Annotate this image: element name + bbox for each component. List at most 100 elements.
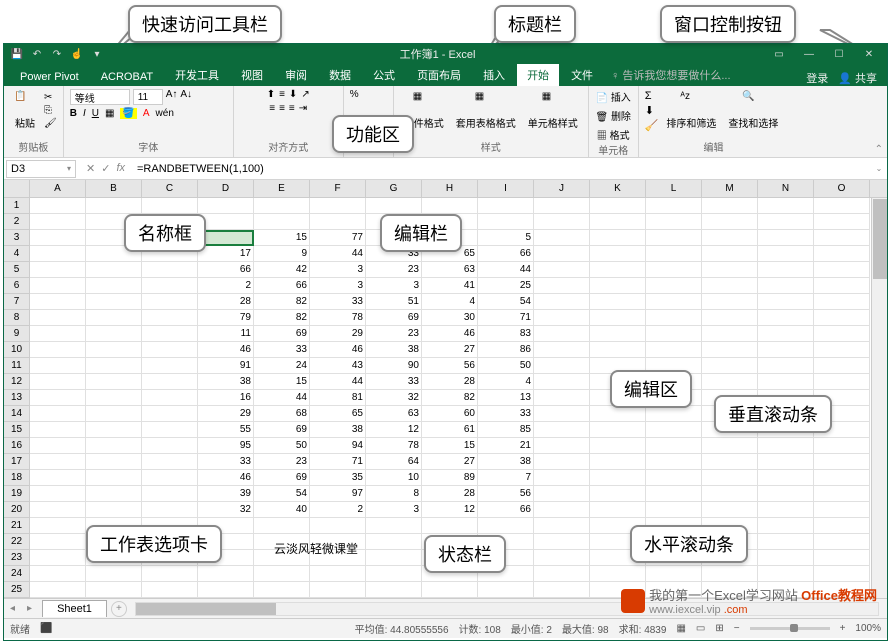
cell-N8[interactable] xyxy=(758,310,814,326)
cell-J2[interactable] xyxy=(534,214,590,230)
ribbon-options-icon[interactable]: ▭ xyxy=(765,45,793,63)
align-left-icon[interactable]: ≡ xyxy=(269,103,275,114)
expand-formula-icon[interactable]: ⌄ xyxy=(871,164,887,173)
cell-D5[interactable]: 66 xyxy=(198,262,254,278)
cell-O12[interactable] xyxy=(814,374,870,390)
cell-L3[interactable] xyxy=(646,230,702,246)
cell-C15[interactable] xyxy=(142,422,198,438)
cell-G19[interactable]: 8 xyxy=(366,486,422,502)
cell-H8[interactable]: 30 xyxy=(422,310,478,326)
cancel-formula-icon[interactable]: ✕ xyxy=(86,162,95,175)
cell-O8[interactable] xyxy=(814,310,870,326)
cell-N12[interactable] xyxy=(758,374,814,390)
cell-C18[interactable] xyxy=(142,470,198,486)
cell-I9[interactable]: 83 xyxy=(478,326,534,342)
cell-B17[interactable] xyxy=(86,454,142,470)
fill-color-icon[interactable]: 🪣 xyxy=(120,108,136,119)
cell-A3[interactable] xyxy=(30,230,86,246)
autosum-icon[interactable]: Σ xyxy=(645,90,659,102)
cell-G7[interactable]: 51 xyxy=(366,294,422,310)
cell-J18[interactable] xyxy=(534,470,590,486)
cell-M18[interactable] xyxy=(702,470,758,486)
cell-A11[interactable] xyxy=(30,358,86,374)
cell-J15[interactable] xyxy=(534,422,590,438)
cell-M3[interactable] xyxy=(702,230,758,246)
cell-K24[interactable] xyxy=(590,566,646,582)
cell-A17[interactable] xyxy=(30,454,86,470)
cell-I10[interactable]: 86 xyxy=(478,342,534,358)
cell-F7[interactable]: 33 xyxy=(310,294,366,310)
cell-B15[interactable] xyxy=(86,422,142,438)
cell-N20[interactable] xyxy=(758,502,814,518)
tab-视图[interactable]: 视图 xyxy=(231,64,273,86)
cell-E4[interactable]: 9 xyxy=(254,246,310,262)
cell-J6[interactable] xyxy=(534,278,590,294)
cell-E13[interactable]: 44 xyxy=(254,390,310,406)
cell-J3[interactable] xyxy=(534,230,590,246)
tab-数据[interactable]: 数据 xyxy=(319,64,361,86)
cell-C12[interactable] xyxy=(142,374,198,390)
cell-E8[interactable]: 82 xyxy=(254,310,310,326)
tell-me-box[interactable]: ♀ 告诉我您想要做什么... xyxy=(605,64,736,86)
cell-O2[interactable] xyxy=(814,214,870,230)
row-header-8[interactable]: 8 xyxy=(4,310,30,326)
cell-F11[interactable]: 43 xyxy=(310,358,366,374)
clear-icon[interactable]: 🧹 xyxy=(645,119,659,132)
cell-B13[interactable] xyxy=(86,390,142,406)
row-header-25[interactable]: 25 xyxy=(4,582,30,598)
cell-A22[interactable] xyxy=(30,534,86,550)
cell-K17[interactable] xyxy=(590,454,646,470)
indent-icon[interactable]: ⇥ xyxy=(299,103,307,114)
cell-N21[interactable] xyxy=(758,518,814,534)
cell-H10[interactable]: 27 xyxy=(422,342,478,358)
cell-B18[interactable] xyxy=(86,470,142,486)
cell-D25[interactable] xyxy=(198,582,254,598)
cell-J11[interactable] xyxy=(534,358,590,374)
cell-D10[interactable]: 46 xyxy=(198,342,254,358)
cell-M24[interactable] xyxy=(702,566,758,582)
cell-M16[interactable] xyxy=(702,438,758,454)
cell-J24[interactable] xyxy=(534,566,590,582)
cell-K14[interactable] xyxy=(590,406,646,422)
cell-D2[interactable] xyxy=(198,214,254,230)
cell-E24[interactable] xyxy=(254,566,310,582)
cell-D3[interactable] xyxy=(198,230,254,246)
cell-A18[interactable] xyxy=(30,470,86,486)
cell-K3[interactable] xyxy=(590,230,646,246)
share-button[interactable]: 👤 共享 xyxy=(838,70,877,86)
cell-A7[interactable] xyxy=(30,294,86,310)
macro-record-icon[interactable]: ⬛ xyxy=(40,623,52,634)
cell-C20[interactable] xyxy=(142,502,198,518)
cell-A14[interactable] xyxy=(30,406,86,422)
cell-E16[interactable]: 50 xyxy=(254,438,310,454)
format-painter-icon[interactable]: 🖌 xyxy=(44,118,57,129)
cell-N9[interactable] xyxy=(758,326,814,342)
cell-D16[interactable]: 95 xyxy=(198,438,254,454)
cell-F17[interactable]: 71 xyxy=(310,454,366,470)
cell-A25[interactable] xyxy=(30,582,86,598)
cell-J7[interactable] xyxy=(534,294,590,310)
cell-I14[interactable]: 33 xyxy=(478,406,534,422)
cell-H21[interactable] xyxy=(422,518,478,534)
cell-B8[interactable] xyxy=(86,310,142,326)
cell-J13[interactable] xyxy=(534,390,590,406)
cell-N23[interactable] xyxy=(758,550,814,566)
insert-cells-button[interactable]: 📄 插入 xyxy=(596,89,631,104)
cell-B12[interactable] xyxy=(86,374,142,390)
cell-G22[interactable] xyxy=(366,534,422,550)
cell-A9[interactable] xyxy=(30,326,86,342)
col-header-E[interactable]: E xyxy=(254,180,310,198)
cell-O5[interactable] xyxy=(814,262,870,278)
cell-O9[interactable] xyxy=(814,326,870,342)
cell-N19[interactable] xyxy=(758,486,814,502)
cell-O20[interactable] xyxy=(814,502,870,518)
copy-icon[interactable]: ⎘ xyxy=(44,105,57,116)
zoom-slider[interactable] xyxy=(750,627,830,630)
cell-C16[interactable] xyxy=(142,438,198,454)
cell-O19[interactable] xyxy=(814,486,870,502)
cell-M5[interactable] xyxy=(702,262,758,278)
cell-K8[interactable] xyxy=(590,310,646,326)
cell-L15[interactable] xyxy=(646,422,702,438)
row-header-20[interactable]: 20 xyxy=(4,502,30,518)
cell-H16[interactable]: 15 xyxy=(422,438,478,454)
